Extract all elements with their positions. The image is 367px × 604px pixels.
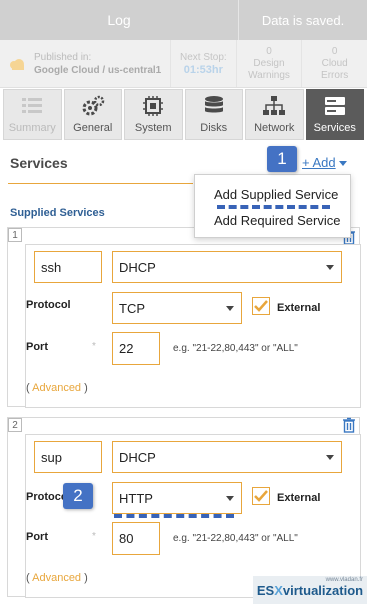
port-hint: e.g. "21-22,80,443" or "ALL" bbox=[173, 533, 298, 544]
callout-badge-1: 1 bbox=[267, 146, 297, 172]
cloud-errors-label: Cloud Errors bbox=[321, 57, 349, 81]
dropdown-arrow-icon bbox=[226, 496, 234, 501]
callout-badge-2: 2 bbox=[63, 483, 93, 509]
tab-system[interactable]: System bbox=[124, 89, 183, 140]
next-stop-value: 01:53hr bbox=[183, 63, 223, 76]
external-label: External bbox=[277, 302, 321, 314]
next-stop-label: Next Stop: bbox=[179, 51, 227, 63]
tab-disks[interactable]: Disks bbox=[184, 89, 243, 140]
checkmark-icon bbox=[254, 490, 268, 502]
add-service-link[interactable]: + Add bbox=[302, 155, 336, 170]
service-type-select[interactable]: DHCP bbox=[112, 441, 342, 473]
highlight-dash bbox=[217, 205, 330, 209]
external-label: External bbox=[277, 492, 321, 504]
design-warnings-count: 0 bbox=[266, 45, 272, 57]
protocol-label: Protocol bbox=[26, 299, 71, 311]
checkmark-icon bbox=[254, 300, 268, 312]
watermark-right: virtualization bbox=[282, 582, 364, 598]
dropdown-arrow-icon bbox=[326, 455, 334, 460]
summary-icon bbox=[19, 94, 45, 118]
watermark-logo: ES Xvirtualization www.vladan.fr bbox=[253, 576, 367, 604]
cloud-errors-count: 0 bbox=[331, 45, 338, 57]
dropdown-arrow-icon bbox=[326, 265, 334, 270]
tab-network-label: Network bbox=[254, 122, 295, 134]
tab-services-label: Services bbox=[313, 122, 356, 134]
service-card-2: 2 sup DHCP Protocol HTTP External Port *… bbox=[7, 416, 361, 598]
tab-disks-label: Disks bbox=[200, 122, 228, 134]
port-label: Port bbox=[26, 341, 48, 353]
port-label: Port bbox=[26, 531, 48, 543]
advanced-close-paren: ) bbox=[81, 572, 88, 584]
save-status: Data is saved. bbox=[238, 0, 367, 40]
service-name-input[interactable]: sup bbox=[34, 441, 102, 473]
title-underline bbox=[8, 183, 193, 184]
external-checkbox[interactable] bbox=[252, 487, 270, 505]
protocol-value: TCP bbox=[119, 300, 145, 316]
log-button[interactable]: Log bbox=[0, 0, 238, 40]
tab-summary[interactable]: Summary bbox=[3, 89, 62, 140]
tab-network[interactable]: Network bbox=[245, 89, 304, 140]
menu-item-add-required-service[interactable]: Add Required Service bbox=[214, 213, 340, 228]
protocol-select[interactable]: HTTP bbox=[112, 482, 242, 514]
tab-general-label: General bbox=[73, 122, 113, 134]
tab-services[interactable]: Services bbox=[305, 89, 364, 140]
external-checkbox[interactable] bbox=[252, 297, 270, 315]
tab-general[interactable]: General bbox=[63, 89, 122, 140]
database-icon bbox=[201, 94, 227, 118]
next-stop: Next Stop: 01:53hr bbox=[170, 40, 236, 87]
service-type-value: DHCP bbox=[119, 259, 156, 275]
chip-icon bbox=[140, 94, 166, 118]
port-input[interactable]: 22 bbox=[112, 332, 160, 365]
design-warnings[interactable]: 0 Design Warnings bbox=[235, 40, 302, 87]
cloud-errors[interactable]: 0 Cloud Errors bbox=[301, 40, 367, 87]
watermark-x: X bbox=[274, 582, 283, 598]
service-type-select[interactable]: DHCP bbox=[112, 251, 342, 283]
network-icon bbox=[261, 94, 287, 118]
chevron-down-icon[interactable] bbox=[339, 161, 347, 166]
advanced-link[interactable]: Advanced bbox=[32, 572, 81, 584]
advanced-link[interactable]: Advanced bbox=[32, 382, 81, 394]
service-name-input[interactable]: ssh bbox=[34, 251, 102, 283]
port-hint: e.g. "21-22,80,443" or "ALL" bbox=[173, 343, 298, 354]
advanced-toggle: ( Advanced ) bbox=[26, 572, 88, 584]
trash-icon[interactable] bbox=[340, 416, 358, 434]
required-star: * bbox=[92, 531, 96, 542]
tab-bar: Summary General System Disks Network Ser… bbox=[3, 89, 364, 140]
add-service-menu: Add Supplied Service Add Required Servic… bbox=[194, 174, 351, 238]
service-type-value: DHCP bbox=[119, 449, 156, 465]
required-star: * bbox=[92, 341, 96, 352]
published-info: Published in: Google Cloud / us-central1 bbox=[0, 40, 170, 87]
menu-item-add-supplied-service[interactable]: Add Supplied Service bbox=[214, 187, 338, 202]
cloud-icon bbox=[8, 58, 26, 70]
server-icon bbox=[322, 94, 348, 118]
service-card-1: 1 ssh DHCP Protocol TCP External Port * … bbox=[7, 227, 361, 408]
supplied-services-title: Supplied Services bbox=[10, 207, 105, 219]
advanced-close-paren: ) bbox=[81, 382, 88, 394]
service-form-1: ssh DHCP Protocol TCP External Port * 22… bbox=[25, 244, 361, 408]
port-input[interactable]: 80 bbox=[112, 522, 160, 555]
protocol-select[interactable]: TCP bbox=[112, 292, 242, 324]
protocol-value: HTTP bbox=[119, 490, 153, 506]
top-bar: Log Data is saved. bbox=[0, 0, 367, 40]
advanced-toggle: ( Advanced ) bbox=[26, 382, 88, 394]
dropdown-arrow-icon bbox=[226, 306, 234, 311]
tab-summary-label: Summary bbox=[8, 122, 56, 134]
tab-system-label: System bbox=[134, 122, 172, 134]
gears-icon bbox=[80, 94, 106, 118]
watermark-left: ES bbox=[256, 582, 275, 598]
highlight-dash bbox=[114, 514, 234, 518]
watermark-url: www.vladan.fr bbox=[325, 577, 363, 583]
published-label: Published in: bbox=[34, 51, 92, 63]
design-warnings-label: Design Warnings bbox=[248, 57, 290, 81]
published-location: Google Cloud / us-central1 bbox=[34, 64, 162, 76]
service-number: 2 bbox=[8, 418, 22, 432]
service-number: 1 bbox=[8, 228, 22, 242]
services-title: Services bbox=[10, 155, 68, 171]
status-row: Published in: Google Cloud / us-central1… bbox=[0, 40, 367, 88]
